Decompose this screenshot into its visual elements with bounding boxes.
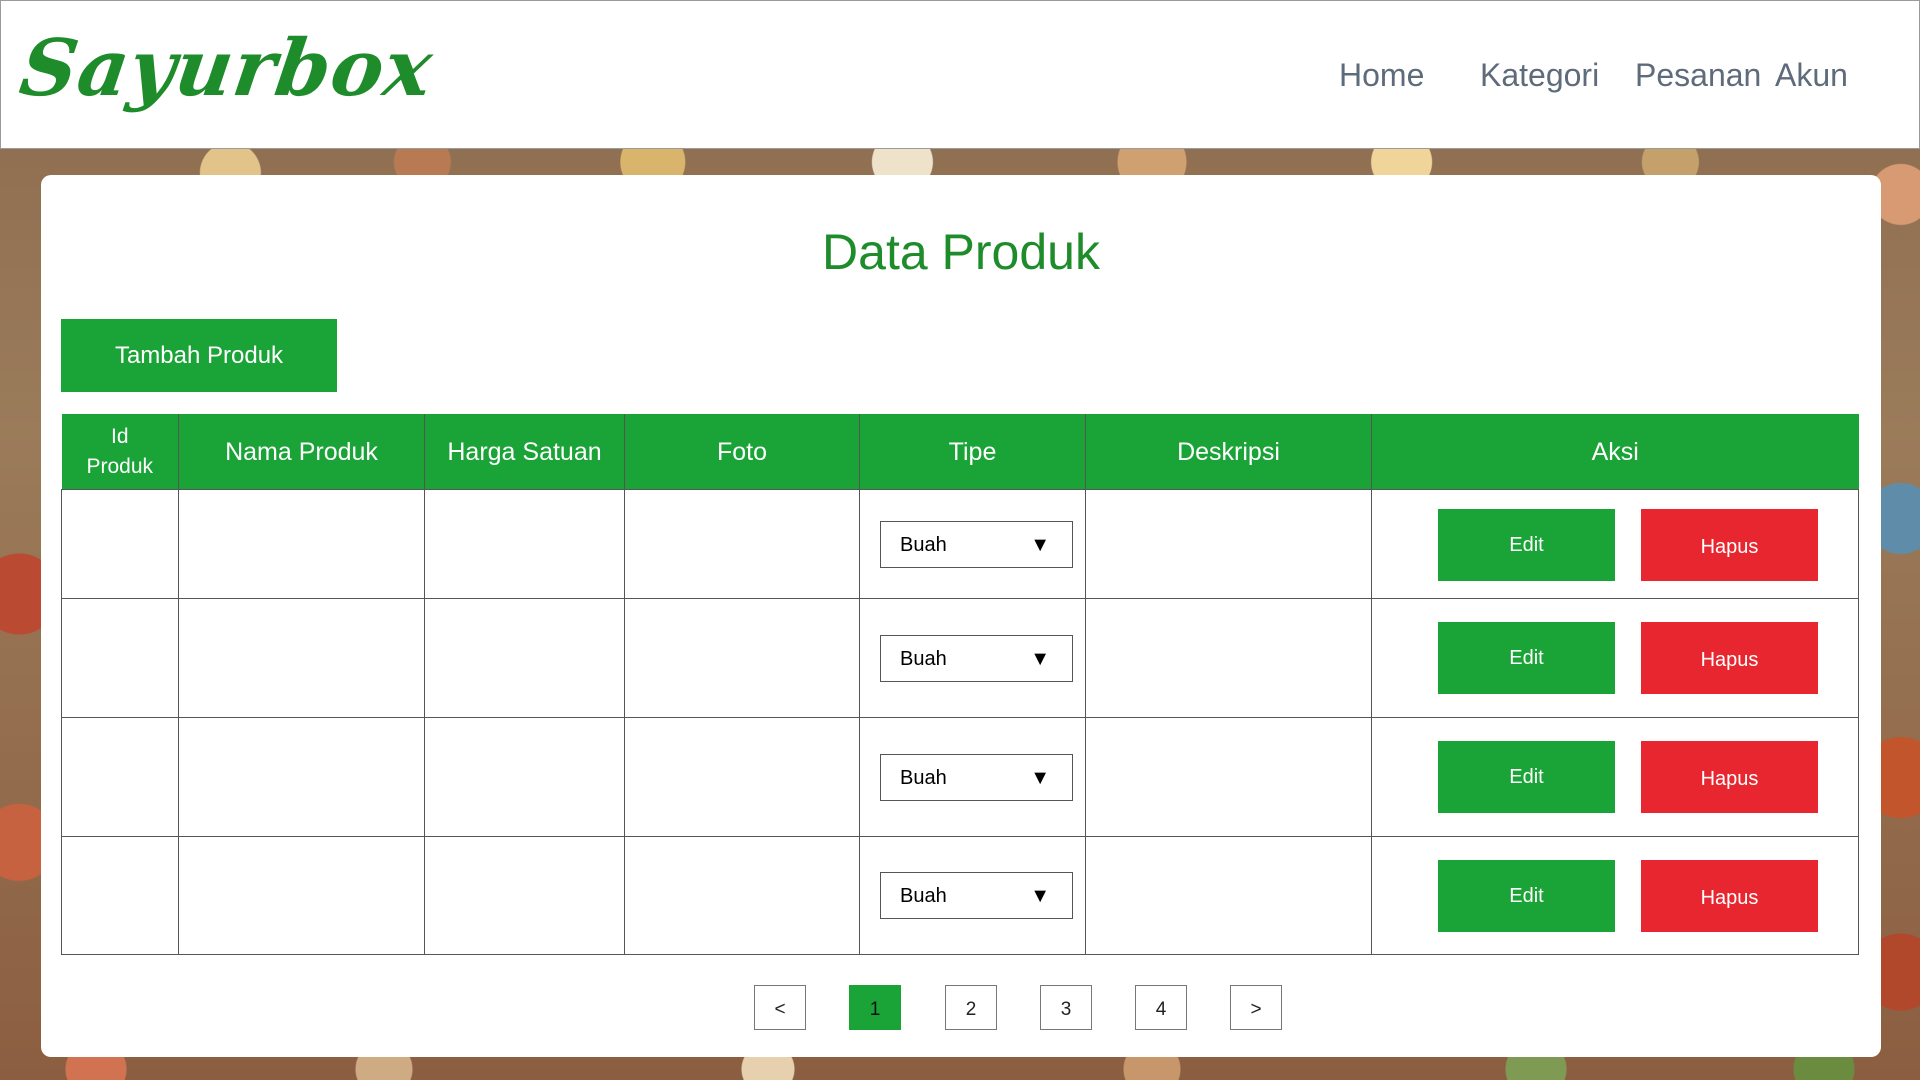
pagination-page-4[interactable]: 4 bbox=[1135, 985, 1187, 1030]
page-title: Data Produk bbox=[822, 224, 1100, 280]
cell-id bbox=[61, 489, 179, 599]
triangle-down-icon: ▼ bbox=[1030, 885, 1050, 907]
header-id-produk: Id Produk bbox=[61, 414, 179, 490]
nav-pesanan[interactable]: Pesanan bbox=[1635, 57, 1761, 94]
type-select[interactable]: Buah ▼ bbox=[880, 634, 1073, 682]
cell-deskripsi bbox=[1085, 598, 1372, 718]
cell-nama bbox=[178, 489, 425, 599]
cell-tipe: Buah ▼ bbox=[859, 717, 1086, 837]
type-select[interactable]: Buah ▼ bbox=[880, 520, 1073, 568]
delete-button[interactable]: Hapus bbox=[1641, 860, 1818, 932]
cell-foto bbox=[624, 598, 860, 718]
table-row: Buah ▼ Edit Hapus bbox=[61, 717, 1859, 837]
cell-nama bbox=[178, 598, 425, 718]
product-table: Id Produk Nama Produk Harga Satuan Foto … bbox=[61, 414, 1859, 955]
pagination-page-2[interactable]: 2 bbox=[945, 985, 997, 1030]
triangle-down-icon: ▼ bbox=[1030, 647, 1050, 670]
cell-aksi: Edit Hapus bbox=[1371, 717, 1859, 837]
cell-foto bbox=[624, 717, 860, 837]
cell-tipe: Buah ▼ bbox=[859, 836, 1086, 955]
cell-harga bbox=[424, 489, 625, 599]
nav-home[interactable]: Home bbox=[1339, 57, 1424, 94]
type-select-value: Buah bbox=[900, 533, 947, 556]
header-aksi: Aksi bbox=[1371, 414, 1859, 490]
delete-button[interactable]: Hapus bbox=[1641, 509, 1818, 581]
header-nama-produk: Nama Produk bbox=[178, 414, 425, 490]
triangle-down-icon: ▼ bbox=[1030, 766, 1050, 789]
edit-button[interactable]: Edit bbox=[1438, 741, 1615, 813]
edit-button[interactable]: Edit bbox=[1438, 509, 1615, 581]
pagination-prev[interactable]: < bbox=[754, 985, 806, 1030]
type-select-value: Buah bbox=[900, 647, 947, 670]
cell-harga bbox=[424, 598, 625, 718]
cell-foto bbox=[624, 836, 860, 955]
type-select[interactable]: Buah ▼ bbox=[880, 872, 1073, 919]
cell-harga bbox=[424, 836, 625, 955]
nav-kategori[interactable]: Kategori bbox=[1480, 57, 1599, 94]
type-select-value: Buah bbox=[900, 885, 947, 907]
header-tipe: Tipe bbox=[859, 414, 1086, 490]
cell-tipe: Buah ▼ bbox=[859, 489, 1086, 599]
type-select[interactable]: Buah ▼ bbox=[880, 753, 1073, 801]
cell-id bbox=[61, 717, 179, 837]
site-header: Sayurbox Home Kategori Pesanan Akun bbox=[0, 0, 1920, 149]
delete-button[interactable]: Hapus bbox=[1641, 741, 1818, 813]
cell-tipe: Buah ▼ bbox=[859, 598, 1086, 718]
edit-button[interactable]: Edit bbox=[1438, 622, 1615, 694]
cell-aksi: Edit Hapus bbox=[1371, 836, 1859, 955]
cell-nama bbox=[178, 836, 425, 955]
table-row: Buah ▼ Edit Hapus bbox=[61, 598, 1859, 718]
table-row: Buah ▼ Edit Hapus bbox=[61, 489, 1859, 599]
cell-aksi: Edit Hapus bbox=[1371, 489, 1859, 599]
content-card: Data Produk Tambah Produk Id Produk Nama… bbox=[41, 175, 1881, 1057]
table-header-row: Id Produk Nama Produk Harga Satuan Foto … bbox=[61, 414, 1859, 490]
cell-id bbox=[61, 836, 179, 955]
cell-deskripsi bbox=[1085, 717, 1372, 837]
header-harga-satuan: Harga Satuan bbox=[424, 414, 625, 490]
cell-aksi: Edit Hapus bbox=[1371, 598, 1859, 718]
header-foto: Foto bbox=[624, 414, 860, 490]
triangle-down-icon: ▼ bbox=[1030, 533, 1050, 556]
cell-deskripsi bbox=[1085, 489, 1372, 599]
edit-button[interactable]: Edit bbox=[1438, 860, 1615, 932]
cell-harga bbox=[424, 717, 625, 837]
site-logo[interactable]: Sayurbox bbox=[14, 19, 439, 119]
pagination-page-1[interactable]: 1 bbox=[849, 985, 901, 1030]
cell-nama bbox=[178, 717, 425, 837]
pagination-next[interactable]: > bbox=[1230, 985, 1282, 1030]
pagination-page-3[interactable]: 3 bbox=[1040, 985, 1092, 1030]
cell-foto bbox=[624, 489, 860, 599]
delete-button[interactable]: Hapus bbox=[1641, 622, 1818, 694]
header-deskripsi: Deskripsi bbox=[1085, 414, 1372, 490]
type-select-value: Buah bbox=[900, 766, 947, 789]
add-product-button[interactable]: Tambah Produk bbox=[61, 319, 337, 392]
nav-akun[interactable]: Akun bbox=[1775, 57, 1848, 94]
cell-deskripsi bbox=[1085, 836, 1372, 955]
cell-id bbox=[61, 598, 179, 718]
table-row: Buah ▼ Edit Hapus bbox=[61, 836, 1859, 955]
